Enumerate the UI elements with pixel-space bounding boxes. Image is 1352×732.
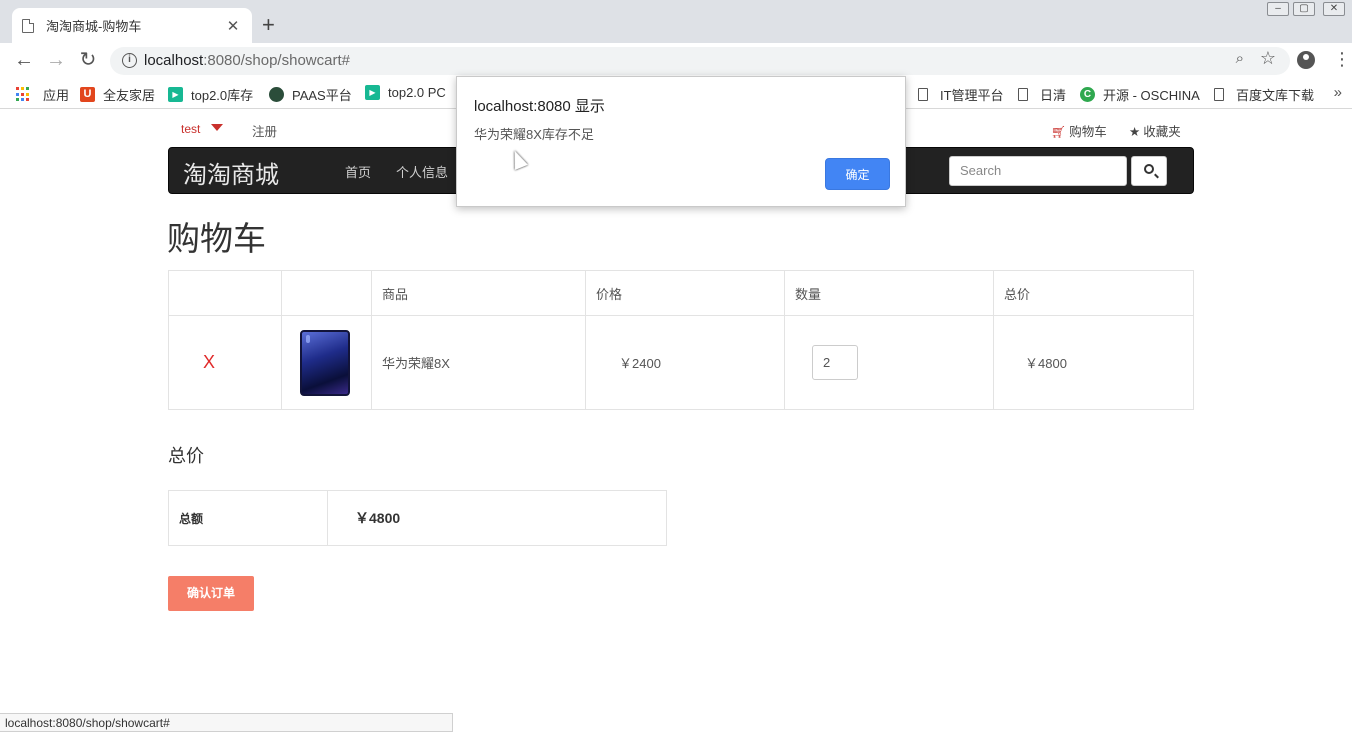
cart-link[interactable]: 🛒︎ 购物车 [1051,121,1107,140]
bookmark-oschina[interactable]: C 开源 - OSCHINA [1080,85,1200,104]
page-favicon-icon [22,18,34,33]
total-table: 总额 ￥4800 [168,490,667,546]
page-title: 购物车 [167,219,266,258]
bookmark-apps[interactable]: 应用 [16,85,69,104]
product-name[interactable]: 华为荣耀8X [371,315,586,410]
dialog-ok-button[interactable]: 确定 [825,158,890,190]
oschina-icon: C [1080,87,1095,102]
table-row: X 华为荣耀8X ￥2400 2 ￥4800 [168,315,1194,410]
address-bar[interactable]: i localhost:8080/shop/showcart# ⌕ ☆ [110,47,1290,75]
column-header-price: 价格 [585,270,785,316]
nav-home[interactable]: 首页 [345,162,371,181]
quanyou-icon: U [80,87,95,102]
doc-icon [1214,88,1224,101]
total-label: 总额 [168,490,328,546]
restore-button[interactable]: ▢ [1293,2,1315,16]
browser-toolbar: ← → ↻ i localhost:8080/shop/showcart# ⌕ … [0,43,1352,79]
zoom-icon[interactable]: ⌕ [1236,50,1244,67]
tab-strip: 淘淘商城-购物车 ✕ + – ▢ ✕ [0,0,1352,43]
bookmark-star-icon[interactable]: ☆ [1260,48,1276,69]
product-price: ￥2400 [585,315,785,410]
status-bar: localhost:8080/shop/showcart# [0,713,453,732]
url-text[interactable]: localhost:8080/shop/showcart# [144,52,350,69]
play-green-icon: ▶ [365,85,380,100]
bookmark-riqing[interactable]: 日清 [1018,85,1066,104]
bookmark-top2-stock[interactable]: ▶ top2.0库存 [168,85,253,104]
search-input[interactable]: Search [949,156,1127,186]
bookmark-paas[interactable]: PAAS平台 [269,85,352,104]
browser-menu-icon[interactable]: ⋮ [1333,50,1351,68]
nav-profile[interactable]: 个人信息 [396,162,448,181]
bookmark-it-platform[interactable]: IT管理平台 [918,85,1004,104]
doc-icon [918,88,928,101]
forward-arrow-icon[interactable]: → [44,49,68,71]
close-window-button[interactable]: ✕ [1323,2,1345,16]
cart-table: 商品 价格 数量 总价 X 华为荣耀8X ￥2400 2 ￥4800 [168,270,1194,410]
bookmark-baidu-wenku[interactable]: 百度文库下载 [1214,85,1314,104]
register-link[interactable]: 注册 [252,121,277,140]
search-button[interactable] [1131,156,1167,186]
alert-dialog: localhost:8080 显示 华为荣耀8X库存不足 确定 [456,76,906,207]
caret-down-icon[interactable] [211,124,223,131]
confirm-order-button[interactable]: 确认订单 [168,576,254,611]
column-header-quantity: 数量 [784,270,994,316]
remove-item-button[interactable]: X [179,352,215,372]
column-header-product: 商品 [371,270,586,316]
product-thumbnail[interactable] [300,329,350,396]
account-icon[interactable] [1297,51,1315,69]
new-tab-button[interactable]: + [262,14,275,36]
tab-close-icon[interactable]: ✕ [224,17,242,35]
paas-globe-icon [269,87,284,102]
apps-grid-icon [16,87,31,102]
bookmarks-overflow-icon[interactable]: » [1334,84,1342,101]
star-icon: ★ [1129,125,1141,139]
dialog-title: localhost:8080 显示 [474,98,605,115]
column-header-subtotal: 总价 [993,270,1194,316]
item-subtotal: ￥4800 [993,315,1194,410]
bookmark-top2-pc[interactable]: ▶ top2.0 PC [365,85,446,100]
doc-icon [1018,88,1028,101]
quantity-input[interactable]: 2 [812,345,858,380]
column-header [168,270,282,316]
minimize-button[interactable]: – [1267,2,1289,16]
tab-title: 淘淘商城-购物车 [46,19,142,34]
back-arrow-icon[interactable]: ← [12,49,36,71]
search-icon [1144,164,1154,174]
favorites-link[interactable]: ★ 收藏夹 [1129,121,1181,140]
play-green-icon: ▶ [168,87,183,102]
dialog-message: 华为荣耀8X库存不足 [474,127,594,142]
user-menu[interactable]: test [181,122,200,136]
site-info-icon[interactable]: i [122,53,137,68]
total-heading: 总价 [168,446,204,466]
brand-logo[interactable]: 淘淘商城 [183,155,279,190]
total-amount: ￥4800 [327,490,667,546]
bookmark-quanyou[interactable]: U 全友家居 [80,85,155,104]
browser-tab[interactable]: 淘淘商城-购物车 ✕ [12,8,252,43]
column-header [281,270,372,316]
table-header-row: 商品 价格 数量 总价 [168,270,1194,316]
reload-icon[interactable]: ↻ [76,49,100,71]
cart-icon: 🛒︎ [1051,125,1067,139]
